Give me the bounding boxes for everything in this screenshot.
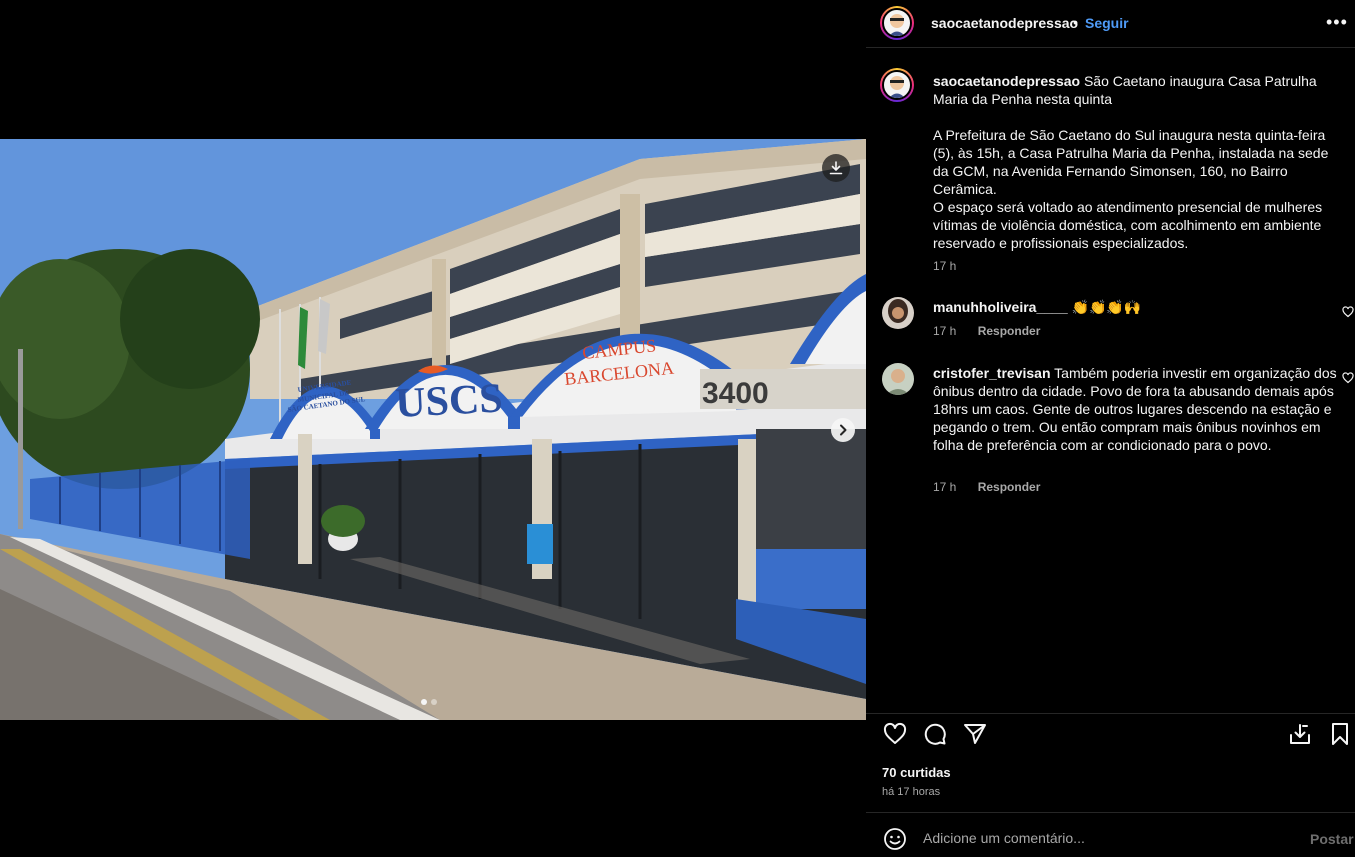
campus-photo: UNIVERSIDADE MUNICIPAL DE SÃO CAETANO DO… (0, 139, 866, 720)
author-avatar[interactable] (880, 6, 914, 40)
avatar-photo-icon (882, 363, 914, 395)
comment-item: cristofer_trevisan Também poderia invest… (933, 364, 1341, 454)
carousel-dot (431, 699, 437, 705)
avatar-face-icon (889, 14, 905, 36)
comment-text: 👏👏👏🙌 (1071, 299, 1142, 315)
carousel-next-button[interactable] (831, 418, 855, 442)
download-icon (829, 161, 843, 175)
post-actions (866, 722, 1355, 750)
post-comment-button[interactable]: Postar (1310, 831, 1354, 847)
more-options-icon[interactable]: ••• (1326, 12, 1348, 33)
comment-meta: 17 h Responder (933, 324, 1040, 338)
caption-paragraph-2: O espaço será voltado ao atendimento pre… (933, 199, 1323, 251)
carousel-indicator (421, 699, 437, 705)
comment-time: 17 h (933, 480, 957, 494)
sign-number: 3400 (702, 377, 769, 410)
caption-title: saocaetanodepressao São Caetano inaugura… (933, 72, 1343, 108)
like-comment-icon[interactable] (1342, 372, 1354, 384)
post-photo: UNIVERSIDADE MUNICIPAL DE SÃO CAETANO DO… (0, 139, 866, 720)
caption-timestamp: 17 h (933, 259, 957, 273)
post-media: UNIVERSIDADE MUNICIPAL DE SÃO CAETANO DO… (0, 0, 866, 857)
comment-time: 17 h (933, 324, 957, 338)
commenter-avatar[interactable] (882, 297, 914, 329)
avatar-photo-icon (882, 297, 914, 329)
save-post-icon[interactable] (1289, 722, 1311, 746)
post-header: saocaetanodepressao • Seguir ••• (866, 0, 1355, 47)
follow-button[interactable]: Seguir (1085, 15, 1129, 31)
comment-username[interactable]: manuhholiveira____ (933, 299, 1068, 315)
heart-icon[interactable] (883, 722, 907, 746)
comment-item: manuhholiveira____ 👏👏👏🙌 (933, 298, 1333, 316)
sign-uscs: USCS (394, 375, 504, 427)
post-time[interactable]: há 17 horas (882, 786, 940, 798)
comment-meta: 17 h Responder (933, 480, 1040, 494)
avatar-face-icon (889, 76, 905, 98)
share-icon[interactable] (963, 722, 987, 746)
header-separator: • (1073, 14, 1078, 30)
caption-paragraph-1: A Prefeitura de São Caetano do Sul inaug… (933, 127, 1329, 197)
post-side-panel: saocaetanodepressao • Seguir ••• saocaet… (866, 0, 1355, 857)
actions-divider (866, 713, 1355, 714)
bookmark-icon[interactable] (1330, 722, 1350, 746)
comment-bar: Postar (866, 813, 1355, 857)
comment-icon[interactable] (923, 722, 947, 746)
emoji-icon[interactable] (883, 827, 907, 851)
author-username[interactable]: saocaetanodepressao (931, 15, 1078, 31)
like-comment-icon[interactable] (1342, 306, 1354, 318)
comment-input[interactable] (923, 827, 1283, 849)
download-media-button[interactable] (822, 154, 850, 182)
reply-button[interactable]: Responder (978, 480, 1041, 494)
likes-count[interactable]: 70 curtidas (882, 765, 951, 780)
commenter-avatar[interactable] (882, 363, 914, 395)
comment-username[interactable]: cristofer_trevisan (933, 365, 1051, 381)
chevron-right-icon (840, 424, 847, 436)
caption-username[interactable]: saocaetanodepressao (933, 73, 1080, 89)
carousel-dot-active (421, 699, 427, 705)
reply-button[interactable]: Responder (978, 324, 1041, 338)
caption-author-avatar[interactable] (880, 68, 914, 102)
comments-scroll-area[interactable]: saocaetanodepressao São Caetano inaugura… (866, 48, 1355, 713)
